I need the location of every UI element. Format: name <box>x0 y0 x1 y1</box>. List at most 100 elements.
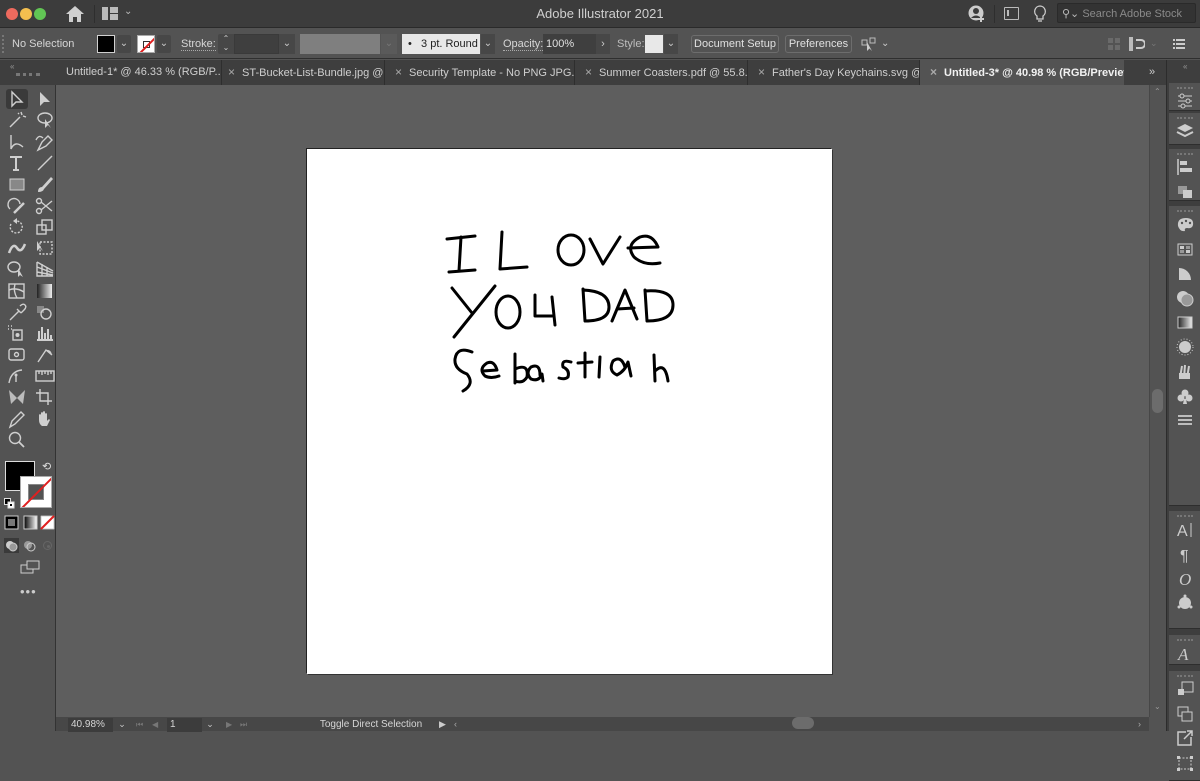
panel-toggle-icon[interactable] <box>1004 7 1019 20</box>
selection-tool[interactable] <box>6 89 28 109</box>
status-menu-arrow-icon[interactable]: ▶ <box>439 717 446 732</box>
opacity-label[interactable]: Opacity: <box>503 38 544 51</box>
share-user-icon[interactable] <box>968 5 986 23</box>
swatches-panel-icon[interactable] <box>1175 240 1195 258</box>
canvas-area[interactable] <box>56 85 1149 717</box>
tab-security-template[interactable]: × Security Template - No PNG JPG.ai* <box>385 60 574 85</box>
artboards-panel-icon[interactable] <box>1175 705 1195 723</box>
scroll-down-icon[interactable]: ⌄ <box>1154 702 1161 711</box>
tools-panel-grip[interactable] <box>16 73 40 76</box>
dock-group-grip[interactable] <box>1177 153 1193 155</box>
puppet-warp-tool[interactable] <box>6 238 28 258</box>
paintbrush-tool[interactable] <box>34 174 56 194</box>
pen-tool[interactable] <box>34 132 56 152</box>
slice-tool[interactable] <box>34 345 56 365</box>
opacity-input[interactable]: 100% <box>543 34 596 54</box>
properties-panel-icon[interactable] <box>1175 92 1195 110</box>
scale-tool[interactable] <box>34 217 56 237</box>
swap-fill-stroke-icon[interactable]: ⟲ <box>42 460 51 473</box>
collapse-icon[interactable]: « <box>1183 62 1187 71</box>
select-similar-icon[interactable] <box>861 37 877 51</box>
panel-menu-icon[interactable] <box>1173 39 1185 49</box>
dock-group-grip[interactable] <box>1177 515 1193 517</box>
chevron-down-icon[interactable]: ⌄ <box>881 38 889 49</box>
brushes-panel-icon[interactable] <box>1175 338 1195 356</box>
align-to-icon[interactable] <box>1129 37 1146 51</box>
glyph-panel-icon[interactable] <box>1175 594 1195 612</box>
stroke-weight-input[interactable] <box>234 34 279 54</box>
measure-tool[interactable] <box>34 366 56 386</box>
character-panel-icon[interactable]: A <box>1175 520 1195 540</box>
artboard[interactable] <box>307 149 832 674</box>
lightbulb-icon[interactable] <box>1033 5 1047 23</box>
zoom-dropdown-chevron-icon[interactable]: ⌄ <box>116 717 128 732</box>
color-guide-panel-icon[interactable] <box>1175 264 1195 282</box>
appearance-panel-icon[interactable] <box>1175 289 1195 307</box>
tabs-overflow-icon[interactable]: » <box>1141 60 1163 85</box>
brush-definition-select[interactable]: • 3 pt. Round <box>402 34 480 54</box>
perspective-grid-tool[interactable] <box>34 259 56 279</box>
rotate-tool[interactable] <box>6 217 28 237</box>
draw-behind-icon[interactable] <box>22 538 37 553</box>
width-tool[interactable] <box>6 366 28 386</box>
artboard-number-input[interactable]: 1 <box>167 718 202 732</box>
rectangle-tool[interactable] <box>6 174 28 194</box>
symbols-panel-icon[interactable] <box>1175 362 1195 380</box>
draw-normal-icon[interactable] <box>4 538 19 553</box>
close-tab-icon[interactable]: × <box>758 65 765 79</box>
vertical-scrollbar[interactable]: ⌃ ⌄ <box>1149 85 1165 717</box>
draw-inside-icon[interactable] <box>40 538 55 553</box>
stroke-weight-dropdown-chevron-icon[interactable]: ⌄ <box>279 34 295 54</box>
artboard-dropdown-chevron-icon[interactable]: ⌄ <box>204 717 216 732</box>
color-panel-icon[interactable] <box>1175 215 1195 233</box>
close-tab-icon[interactable]: × <box>930 65 937 79</box>
stroke-label[interactable]: Stroke: <box>181 38 216 51</box>
zoom-level-input[interactable]: 40.98% <box>68 718 113 732</box>
close-tab-icon[interactable]: × <box>585 65 592 79</box>
symbol-shifter-tool[interactable] <box>6 387 28 407</box>
shaper-tool[interactable] <box>6 196 28 216</box>
vertical-scroll-thumb[interactable] <box>1152 389 1163 413</box>
preferences-button[interactable]: Preferences <box>785 35 852 53</box>
fill-color-swatch[interactable] <box>97 35 115 53</box>
stroke-panel-icon[interactable] <box>1175 411 1195 429</box>
close-tab-icon[interactable]: × <box>395 65 402 79</box>
pathfinder-panel-icon[interactable] <box>1175 183 1195 201</box>
transform-panel-icon[interactable] <box>1175 754 1195 772</box>
scroll-left-icon[interactable]: ‹ <box>454 717 457 732</box>
eyedropper-tool[interactable] <box>6 302 28 322</box>
horizontal-scroll-thumb[interactable] <box>792 717 814 729</box>
artboard-tool[interactable] <box>6 345 28 365</box>
style-dropdown-chevron-icon[interactable]: ⌄ <box>664 34 678 54</box>
dock-group-grip[interactable] <box>1177 87 1193 89</box>
line-segment-tool[interactable] <box>34 153 56 173</box>
tab-untitled-1[interactable]: Untitled-1* @ 46.33 % (RGB/P... <box>56 60 221 85</box>
fill-dropdown-chevron-icon[interactable]: ⌄ <box>117 35 131 53</box>
opacity-slider-arrow-icon[interactable]: › <box>596 34 610 54</box>
blend-tool[interactable] <box>34 302 56 322</box>
column-graph-tool[interactable] <box>34 323 56 343</box>
scissors-tool[interactable] <box>34 196 56 216</box>
dock-group-grip[interactable] <box>1177 675 1193 677</box>
dock-group-grip[interactable] <box>1177 210 1193 212</box>
layers-panel-icon[interactable] <box>1175 122 1195 140</box>
lasso-tool[interactable] <box>34 110 56 130</box>
magic-wand-tool[interactable] <box>6 110 28 130</box>
search-adobe-stock-input[interactable]: ⚲⌄ Search Adobe Stock <box>1057 3 1196 23</box>
free-transform-tool[interactable] <box>34 238 56 258</box>
tab-summer-coasters[interactable]: × Summer Coasters.pdf @ 55.8... <box>575 60 747 85</box>
stroke-color-box[interactable] <box>20 476 52 508</box>
control-bar-grip[interactable] <box>2 35 4 53</box>
none-mode-icon[interactable] <box>40 515 55 530</box>
character-styles-panel-icon[interactable]: A <box>1175 644 1195 664</box>
opentype-panel-icon[interactable]: O <box>1175 569 1195 589</box>
scroll-right-icon[interactable]: › <box>1138 717 1141 732</box>
screen-mode-icon[interactable] <box>20 560 40 574</box>
color-mode-icon[interactable] <box>4 515 19 530</box>
align-panel-icon[interactable] <box>1175 158 1195 176</box>
document-setup-button[interactable]: Document Setup <box>691 35 779 53</box>
scroll-up-icon[interactable]: ⌃ <box>1154 87 1161 96</box>
hand-tool[interactable] <box>34 409 56 429</box>
collapse-icon[interactable]: « <box>10 62 14 71</box>
direct-selection-tool[interactable] <box>34 89 56 109</box>
